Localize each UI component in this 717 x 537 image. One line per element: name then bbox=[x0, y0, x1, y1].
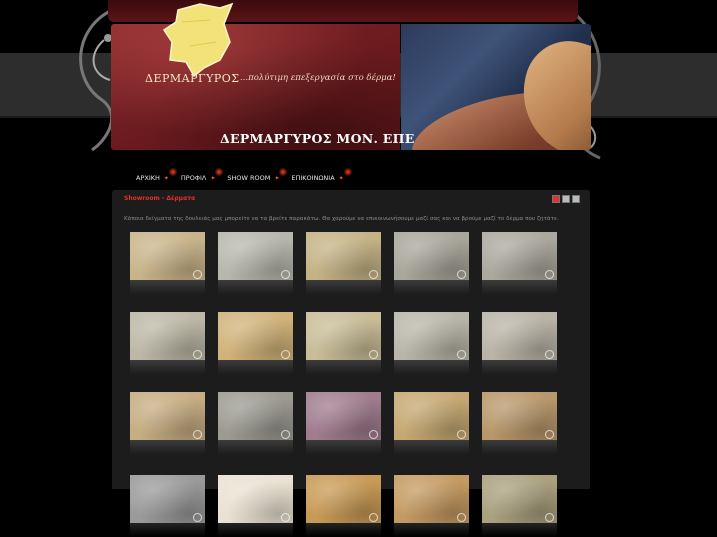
zoom-icon bbox=[545, 513, 554, 522]
company-name: ΔΕΡΜΑΡΓΥΡΟΣ ΜΟΝ. ΕΠΕ bbox=[220, 131, 415, 146]
zoom-icon bbox=[369, 513, 378, 522]
gallery-thumbnail[interactable] bbox=[394, 312, 469, 374]
zoom-icon bbox=[545, 270, 554, 279]
zoom-icon bbox=[369, 350, 378, 359]
zoom-icon bbox=[545, 350, 554, 359]
nav-item-home[interactable]: ΑΡΧΙΚΗ ✦ bbox=[130, 167, 177, 189]
thumbnail-reflection bbox=[394, 280, 469, 294]
gallery-thumbnail[interactable] bbox=[306, 475, 381, 537]
gallery-thumbnail[interactable] bbox=[482, 475, 557, 537]
zoom-icon bbox=[193, 513, 202, 522]
nav-item-label: ΠΡΟΦΙΛ bbox=[180, 174, 207, 182]
thumbnail-reflection bbox=[218, 280, 293, 294]
zoom-icon bbox=[457, 350, 466, 359]
thumbnail-reflection bbox=[306, 440, 381, 454]
gallery-thumbnail[interactable] bbox=[394, 392, 469, 454]
thumbnail-reflection bbox=[218, 360, 293, 374]
zoom-icon bbox=[281, 430, 290, 439]
print-icon[interactable] bbox=[562, 195, 570, 203]
gallery-thumbnail[interactable] bbox=[306, 312, 381, 374]
zoom-icon bbox=[457, 430, 466, 439]
gallery-thumbnail[interactable] bbox=[130, 232, 205, 294]
zoom-icon bbox=[281, 350, 290, 359]
thumbnail-reflection bbox=[394, 440, 469, 454]
thumbnail-reflection bbox=[482, 440, 557, 454]
brand-tagline: ...πολύτιμη επεξεργασία στο δέρμα! bbox=[240, 73, 396, 83]
gallery-thumbnail[interactable] bbox=[130, 392, 205, 454]
page-description: Κάποια δείγματα της δουλειάς μας μπορείτ… bbox=[124, 216, 559, 222]
nav-item-contact[interactable]: ΕΠΙΚΟΙΝΩΝΙΑ ✦ bbox=[285, 167, 352, 189]
zoom-icon bbox=[281, 270, 290, 279]
gallery-thumbnail[interactable] bbox=[218, 392, 293, 454]
zoom-icon bbox=[457, 513, 466, 522]
thumbnail-reflection bbox=[218, 523, 293, 537]
thumbnail-reflection bbox=[482, 360, 557, 374]
brand-logo-text[interactable]: ΔΕΡΜΑΡΓΥΡΟΣ bbox=[145, 72, 240, 85]
gallery-thumbnail[interactable] bbox=[130, 312, 205, 374]
gallery-thumbnail[interactable] bbox=[218, 232, 293, 294]
thumbnail-reflection bbox=[306, 360, 381, 374]
zoom-icon bbox=[369, 270, 378, 279]
hide-logo-icon bbox=[162, 2, 234, 78]
thumbnail-reflection bbox=[130, 440, 205, 454]
gallery-thumbnail[interactable] bbox=[394, 232, 469, 294]
thumbnail-reflection bbox=[482, 280, 557, 294]
zoom-icon bbox=[281, 513, 290, 522]
glow-icon bbox=[343, 167, 352, 177]
nav-item-profile[interactable]: ΠΡΟΦΙΛ ✦ bbox=[175, 167, 224, 189]
gallery-thumbnail[interactable] bbox=[394, 475, 469, 537]
thumbnail-reflection bbox=[306, 280, 381, 294]
zoom-icon bbox=[193, 270, 202, 279]
nav-item-label: ΕΠΙΚΟΙΝΩΝΙΑ bbox=[291, 174, 335, 182]
thumbnail-reflection bbox=[482, 523, 557, 537]
thumbnail-reflection bbox=[394, 360, 469, 374]
gallery-thumbnail[interactable] bbox=[218, 312, 293, 374]
zoom-icon bbox=[193, 350, 202, 359]
gallery-thumbnail[interactable] bbox=[130, 475, 205, 537]
breadcrumb[interactable]: Showroom - Δέρματα bbox=[124, 195, 195, 202]
gallery-thumbnail[interactable] bbox=[218, 475, 293, 537]
gallery-thumbnail[interactable] bbox=[306, 392, 381, 454]
thumbnail-reflection bbox=[394, 523, 469, 537]
email-icon[interactable] bbox=[572, 195, 580, 203]
gallery-thumbnail[interactable] bbox=[482, 232, 557, 294]
thumbnail-reflection bbox=[218, 440, 293, 454]
page-tools bbox=[552, 195, 580, 203]
pdf-icon[interactable] bbox=[552, 195, 560, 203]
zoom-icon bbox=[193, 430, 202, 439]
main-nav: ΑΡΧΙΚΗ ✦ ΠΡΟΦΙΛ ✦ SHOW ROOM ✦ ΕΠΙΚΟΙΝΩΝΙ… bbox=[130, 167, 352, 189]
thumbnail-reflection bbox=[306, 523, 381, 537]
thumbnail-reflection bbox=[130, 523, 205, 537]
header-banner-photo bbox=[401, 24, 591, 150]
gallery-thumbnail[interactable] bbox=[306, 232, 381, 294]
nav-item-label: ΑΡΧΙΚΗ bbox=[136, 174, 160, 182]
zoom-icon bbox=[369, 430, 378, 439]
nav-item-showroom[interactable]: SHOW ROOM ✦ bbox=[221, 167, 288, 189]
thumbnail-reflection bbox=[130, 360, 205, 374]
nav-item-label: SHOW ROOM bbox=[227, 174, 271, 182]
gallery-thumbnail[interactable] bbox=[482, 312, 557, 374]
gallery-thumbnail[interactable] bbox=[482, 392, 557, 454]
thumbnail-reflection bbox=[130, 280, 205, 294]
zoom-icon bbox=[545, 430, 554, 439]
zoom-icon bbox=[457, 270, 466, 279]
